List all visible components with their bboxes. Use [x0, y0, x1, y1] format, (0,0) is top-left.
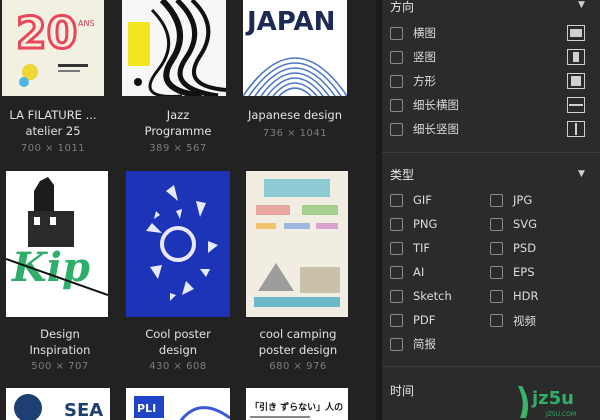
image-gallery: 20 ANS LA FILATURE ... atelier 25 700 × …: [0, 0, 382, 420]
svg-text:JAPAN: JAPAN: [245, 7, 335, 37]
orientation-section-title: 方向: [390, 0, 415, 14]
checkbox-psd[interactable]: [490, 242, 503, 255]
checkbox-pdf[interactable]: [390, 314, 403, 327]
item-subtitle: Programme: [144, 124, 212, 138]
item-dimensions: 500 × 707: [31, 361, 89, 372]
checkbox-square[interactable]: [390, 75, 403, 88]
poster-art: 「引き ずらない」人の: [246, 388, 348, 420]
svg-text:ANS: ANS: [78, 19, 95, 28]
checkbox-ai[interactable]: [390, 266, 403, 279]
chevron-down-icon[interactable]: ▼: [578, 169, 585, 179]
poster-art: JAPAN: [243, 0, 347, 96]
landscape-icon: [567, 25, 585, 41]
checkbox-landscape[interactable]: [390, 27, 403, 40]
svg-text:PLI: PLI: [137, 402, 156, 415]
type-option-label[interactable]: TIF: [413, 241, 430, 255]
checkbox-wide-landscape[interactable]: [390, 99, 403, 112]
item-dimensions: 736 × 1041: [262, 128, 328, 139]
svg-text:SEA: SEA: [64, 400, 103, 420]
type-option-label[interactable]: HDR: [513, 289, 539, 303]
poster-thumbnail[interactable]: [122, 0, 226, 96]
item-subtitle: poster design: [258, 343, 338, 357]
poster-art: Kip: [6, 171, 108, 317]
checkbox-hdr[interactable]: [490, 290, 503, 303]
checkbox-tif[interactable]: [390, 242, 403, 255]
poster-thumbnail[interactable]: 「引き ずらない」人の: [246, 388, 348, 420]
poster-art: [246, 171, 348, 317]
checkbox-portrait[interactable]: [390, 51, 403, 64]
svg-text:「引き ずらない」人の: 「引き ずらない」人の: [250, 401, 343, 413]
type-option-label[interactable]: PDF: [413, 313, 435, 327]
portrait-icon: [567, 49, 585, 65]
checkbox-svg[interactable]: [490, 218, 503, 231]
item-dimensions: 389 × 567: [149, 143, 207, 154]
checkbox-eps[interactable]: [490, 266, 503, 279]
orientation-option-label[interactable]: 横图: [413, 25, 436, 41]
type-section-title: 类型: [390, 168, 415, 182]
item-title[interactable]: Japanese design: [235, 108, 355, 123]
checkbox-png[interactable]: [390, 218, 403, 231]
poster-art: 20 ANS: [2, 0, 104, 96]
poster-art: [126, 171, 230, 317]
checkbox-jpg[interactable]: [490, 194, 503, 207]
type-option-label[interactable]: SVG: [513, 217, 537, 231]
type-option-label[interactable]: EPS: [513, 265, 535, 279]
watermark-brand: jz5u: [531, 388, 574, 409]
poster-number: 20: [16, 8, 77, 59]
item-subtitle: atelier 25: [25, 124, 81, 138]
type-option-label[interactable]: AI: [413, 265, 424, 279]
poster-art: SEA: [6, 388, 110, 420]
checkbox-video[interactable]: [490, 314, 503, 327]
poster-art: PLI: [126, 388, 230, 420]
orientation-option-label[interactable]: 竖图: [413, 49, 436, 65]
item-title[interactable]: cool camping: [238, 327, 358, 342]
item-dimensions: 700 × 1011: [20, 143, 86, 154]
square-icon: [567, 73, 585, 89]
wide-landscape-icon: [567, 97, 585, 113]
type-option-label[interactable]: Sketch: [413, 289, 452, 303]
checkbox-sketch[interactable]: [390, 290, 403, 303]
item-title[interactable]: Cool poster: [118, 327, 238, 342]
type-option-label[interactable]: 视频: [513, 313, 536, 329]
tall-portrait-icon: [567, 121, 585, 137]
item-dimensions: 430 × 608: [149, 361, 207, 372]
checkbox-presentation[interactable]: [390, 338, 403, 351]
section-divider: [382, 366, 600, 367]
poster-thumbnail[interactable]: JAPAN: [243, 0, 347, 96]
item-title[interactable]: Jazz: [118, 108, 238, 123]
orientation-option-label[interactable]: 细长横图: [413, 97, 459, 113]
site-watermark-logo: jz5u JZ5U.COM: [510, 380, 600, 420]
poster-thumbnail[interactable]: [246, 171, 348, 317]
item-subtitle: Inspiration: [29, 343, 91, 357]
section-divider: [382, 152, 600, 153]
time-section-title: 时间: [390, 384, 415, 398]
checkbox-gif[interactable]: [390, 194, 403, 207]
chevron-down-icon[interactable]: ▼: [578, 0, 585, 10]
poster-art: [122, 0, 226, 96]
item-subtitle: design: [158, 343, 198, 357]
item-title[interactable]: LA FILATURE ...: [0, 108, 113, 123]
type-option-label[interactable]: 简报: [413, 336, 436, 352]
type-option-label[interactable]: PSD: [513, 241, 536, 255]
poster-thumbnail[interactable]: [126, 171, 230, 317]
watermark-site: JZ5U.COM: [545, 411, 576, 418]
type-option-label[interactable]: PNG: [413, 217, 437, 231]
checkbox-tall-portrait[interactable]: [390, 123, 403, 136]
poster-thumbnail[interactable]: PLI: [126, 388, 230, 420]
poster-thumbnail[interactable]: SEA: [6, 388, 110, 420]
item-dimensions: 680 × 976: [269, 361, 327, 372]
orientation-option-label[interactable]: 细长竖图: [413, 121, 459, 137]
type-option-label[interactable]: JPG: [513, 193, 532, 207]
item-title[interactable]: Design: [0, 327, 120, 342]
type-option-label[interactable]: GIF: [413, 193, 432, 207]
poster-thumbnail[interactable]: 20 ANS: [2, 0, 104, 96]
poster-thumbnail[interactable]: Kip: [6, 171, 108, 317]
orientation-option-label[interactable]: 方形: [413, 73, 436, 89]
filter-panel: 方向 ▼ 横图 竖图 方形 细长横图 细长竖图 类型 ▼ GIF JPG PNG…: [382, 0, 600, 420]
